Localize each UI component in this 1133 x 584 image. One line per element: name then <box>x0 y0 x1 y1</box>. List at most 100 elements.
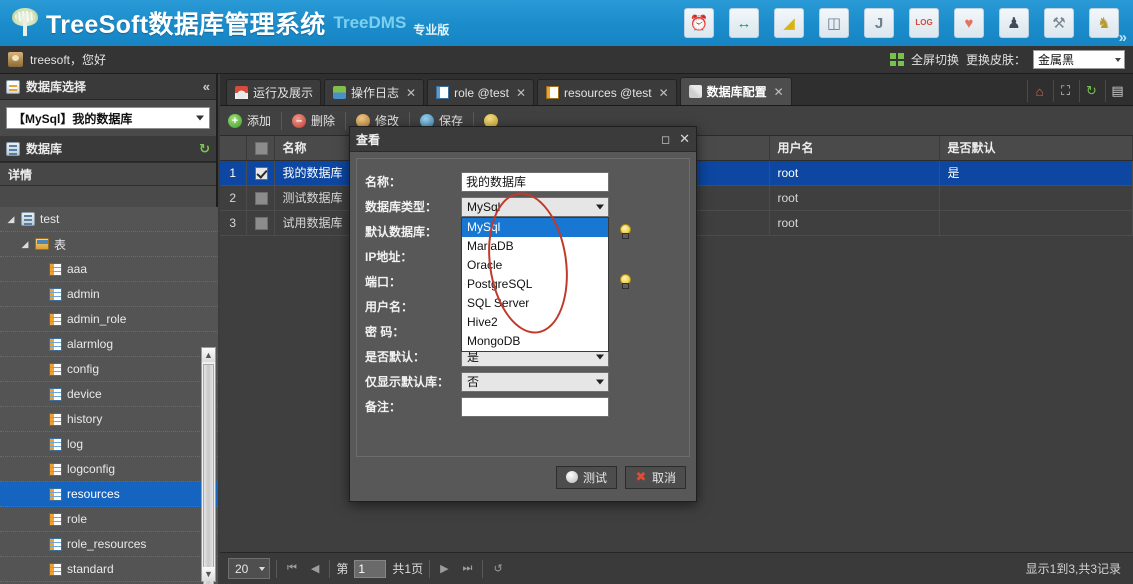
tree-node[interactable]: alarmlog <box>0 332 218 357</box>
tree-node[interactable]: aaa <box>0 257 218 282</box>
collapse-sidebar-icon[interactable]: « <box>203 79 210 94</box>
tree-node[interactable]: ◢ 表 <box>0 232 218 257</box>
maximize-icon[interactable]: ◻ <box>661 133 670 146</box>
tab-1[interactable]: 运行及展示 <box>226 79 322 105</box>
scroll-down-icon[interactable]: ▼ <box>202 567 215 581</box>
onlydefault-select[interactable]: 否 <box>461 371 609 392</box>
tree-node[interactable]: device <box>0 382 218 407</box>
row-checkbox-cell[interactable] <box>246 160 275 186</box>
prev-page-button[interactable]: ◀ <box>307 562 323 575</box>
refresh-icon[interactable]: ↻ <box>199 141 210 157</box>
last-page-button[interactable]: ⏭ <box>459 562 477 575</box>
row-checkbox[interactable] <box>254 166 268 180</box>
j-letter-icon[interactable]: J <box>864 8 894 38</box>
database-select[interactable]: 【MySql】我的数据库 <box>6 107 210 129</box>
tree-node-label: admin <box>67 287 100 301</box>
row-checkbox-cell[interactable] <box>246 185 275 211</box>
tree-node[interactable]: ◢ test <box>0 207 218 232</box>
column-select-all[interactable] <box>246 136 275 161</box>
database-tree[interactable]: ◢ test ◢ 表 aaa admin admin_role alarmlog config d… <box>0 207 218 584</box>
delete-button[interactable]: 删除 <box>292 112 335 129</box>
dbtype-option[interactable]: Oracle <box>462 256 608 275</box>
tree-node[interactable]: logconfig <box>0 457 218 482</box>
pagination-bar: 20 ⏮ ◀ 第 1 共1页 ▶ ⏭ ↺ 显示1到3,共3记录 <box>220 552 1133 584</box>
dbtype-option[interactable]: MySql <box>462 217 608 237</box>
dbtype-label: 数据库类型： <box>365 200 438 214</box>
column-user[interactable]: 用户名 <box>769 136 940 161</box>
tab-2[interactable]: 操作日志 ✕ <box>324 79 425 105</box>
expand-button[interactable]: ⛶ <box>1053 80 1077 102</box>
tree-node[interactable]: history <box>0 407 218 432</box>
scroll-up-icon[interactable]: ▲ <box>202 348 215 362</box>
tree-node-label: aaa <box>67 262 88 276</box>
first-page-button[interactable]: ⏮ <box>283 562 301 575</box>
clock-icon[interactable]: ⏰ <box>684 8 714 38</box>
tree-node-label: role <box>67 512 88 526</box>
tree-node[interactable]: resources <box>0 482 218 507</box>
hint-bulb-icon[interactable] <box>618 274 631 289</box>
heart-icon[interactable]: ♥ <box>954 8 984 38</box>
dbtype-option[interactable]: PostgreSQL <box>462 275 608 294</box>
tab-5[interactable]: 数据库配置 ✕ <box>679 77 792 105</box>
tree-node[interactable]: standard <box>0 557 218 582</box>
dbtype-select[interactable]: MySql <box>461 196 609 217</box>
refresh-button[interactable]: ↻ <box>1079 80 1103 102</box>
double-chevron-up-icon[interactable]: » <box>1119 30 1127 45</box>
tree-node[interactable]: config <box>0 357 218 382</box>
dbtype-option[interactable]: SQL Server <box>462 294 608 313</box>
dbtype-option[interactable]: Hive2 <box>462 313 608 332</box>
add-button[interactable]: 添加 <box>228 112 271 129</box>
dbtype-dropdown-list[interactable]: MySql MariaDB Oracle PostgreSQL SQL Server Hi… <box>461 216 609 352</box>
close-icon[interactable]: ✕ <box>406 86 416 100</box>
refresh-page-button[interactable]: ↺ <box>489 562 506 575</box>
skin-select[interactable]: 金属黑 <box>1033 50 1125 69</box>
home-button[interactable]: ⌂ <box>1027 80 1051 102</box>
twisty-icon[interactable]: ◢ <box>20 239 30 250</box>
tree-node[interactable]: log <box>0 432 218 457</box>
tools-icon[interactable]: ⚒ <box>1044 8 1074 38</box>
tree-node[interactable]: role_resources <box>0 532 218 557</box>
fullscreen-label[interactable]: 全屏切换 <box>911 51 959 68</box>
person-run-icon[interactable]: ♞ <box>1089 8 1119 38</box>
log-file-icon[interactable]: LOG <box>909 8 939 38</box>
tree-node[interactable]: role <box>0 507 218 532</box>
dbtype-option[interactable]: MariaDB <box>462 237 608 256</box>
dbtype-option[interactable]: MongoDB <box>462 332 608 351</box>
page-number-input[interactable]: 1 <box>354 559 387 578</box>
tree-node[interactable]: admin <box>0 282 218 307</box>
column-is-default[interactable]: 是否默认 <box>939 136 1133 161</box>
sync-arrows-icon[interactable]: ↔ <box>729 8 759 38</box>
name-input[interactable]: 我的数据库 <box>461 171 609 192</box>
scrollbar-thumb[interactable] <box>203 364 214 584</box>
remark-input[interactable] <box>461 396 609 417</box>
test-button[interactable]: 测试 <box>555 465 617 489</box>
close-icon[interactable]: ✕ <box>774 85 784 99</box>
window-button[interactable]: ▤ <box>1105 80 1129 102</box>
tab-label: 数据库配置 <box>706 85 767 99</box>
user-icon[interactable]: ♟ <box>999 8 1029 38</box>
table-icon <box>49 537 62 551</box>
chart-icon[interactable]: ◢ <box>774 8 804 38</box>
tab-4[interactable]: resources @test ✕ <box>537 79 677 105</box>
home-icon <box>235 86 248 99</box>
page-size-select[interactable]: 20 <box>228 558 270 579</box>
tree-node[interactable]: admin_role <box>0 307 218 332</box>
sidebar-scrollbar[interactable]: ▲ ▼ <box>201 347 216 584</box>
fullscreen-icon[interactable] <box>889 53 904 66</box>
table-icon <box>49 512 62 526</box>
row-checkbox[interactable] <box>254 191 268 205</box>
row-checkbox[interactable] <box>254 216 268 230</box>
row-checkbox-cell[interactable] <box>246 210 275 236</box>
tab-3[interactable]: role @test ✕ <box>427 79 535 105</box>
cell-user: root <box>769 210 940 236</box>
database-icon[interactable]: ◫ <box>819 8 849 38</box>
close-icon[interactable]: ✕ <box>679 131 690 147</box>
select-all-checkbox[interactable] <box>254 141 268 155</box>
close-icon[interactable]: ✕ <box>659 86 669 100</box>
twisty-icon[interactable]: ◢ <box>6 214 16 225</box>
next-page-button[interactable]: ▶ <box>436 562 452 575</box>
database-select-value: 【MySql】我的数据库 <box>13 111 133 126</box>
cancel-button[interactable]: ✖ 取消 <box>624 465 686 489</box>
hint-bulb-icon[interactable] <box>618 224 631 239</box>
close-icon[interactable]: ✕ <box>516 86 526 100</box>
